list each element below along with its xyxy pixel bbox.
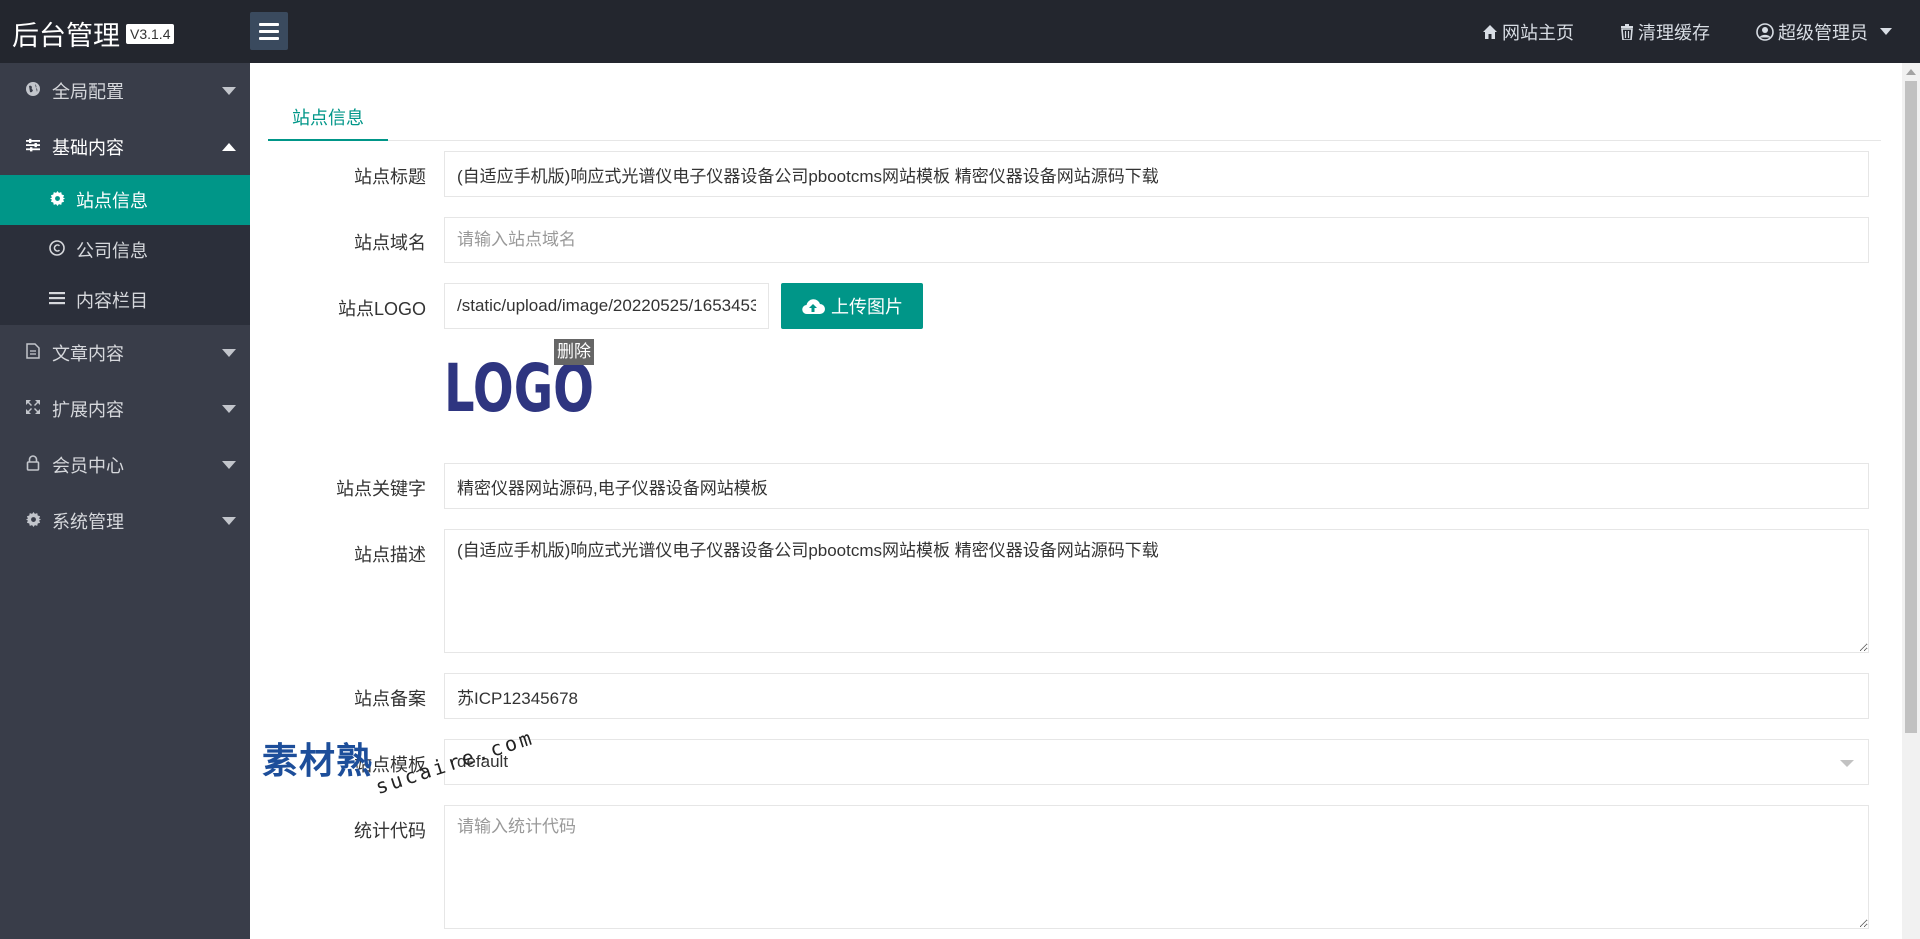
- page-scrollbar[interactable]: [1902, 63, 1920, 939]
- site-logo-label: 站点LOGO: [337, 299, 426, 319]
- upload-image-label: 上传图片: [831, 297, 903, 317]
- chevron-down-icon: [222, 87, 236, 95]
- stats-code-label: 统计代码: [354, 821, 426, 841]
- trash-icon: [1621, 23, 1633, 40]
- sidebar-item-content-columns[interactable]: 内容栏目: [0, 275, 250, 325]
- list-icon: [48, 291, 66, 309]
- clear-cache-label: 清理缓存: [1638, 22, 1710, 43]
- site-home-link[interactable]: 网站主页: [1482, 19, 1574, 45]
- upload-image-button[interactable]: 上传图片: [781, 283, 923, 329]
- delete-logo-button[interactable]: 删除: [554, 339, 594, 365]
- tab-bar: 站点信息: [268, 91, 1881, 141]
- home-icon: [1483, 24, 1497, 39]
- user-name: 超级管理员: [1778, 22, 1868, 43]
- lock-icon: [24, 455, 42, 475]
- user-circle-icon: [1756, 22, 1774, 41]
- header-links: 网站主页 清理缓存 超级管理员: [1482, 0, 1892, 63]
- sidebar-label: 公司信息: [76, 241, 148, 261]
- tab-site-info[interactable]: 站点信息: [268, 91, 388, 141]
- expand-icon: [24, 399, 42, 419]
- sidebar-item-extend-content[interactable]: 扩展内容: [0, 381, 250, 437]
- brand-title: 后台管理: [12, 21, 120, 51]
- document-icon: [24, 343, 42, 363]
- version-badge: V3.1.4: [126, 23, 175, 44]
- scrollbar-thumb[interactable]: [1905, 81, 1917, 733]
- site-domain-input[interactable]: [444, 217, 1869, 263]
- sidebar-submenu-basic-content: 站点信息 公司信息 内容栏目: [0, 175, 250, 325]
- site-icp-input[interactable]: [444, 673, 1869, 719]
- sidebar-label: 系统管理: [52, 512, 124, 532]
- brand: 后台管理 V3.1.4: [12, 14, 175, 53]
- site-template-select[interactable]: default: [444, 739, 1869, 785]
- chevron-down-icon: [1880, 28, 1892, 35]
- sidebar-item-site-info[interactable]: 站点信息: [0, 175, 250, 225]
- chevron-down-icon: [222, 517, 236, 525]
- logo-preview-image: LOGO: [444, 359, 594, 413]
- site-keywords-label: 站点关键字: [336, 479, 426, 499]
- site-template-value: default: [457, 752, 509, 771]
- sidebar-label: 文章内容: [52, 344, 124, 364]
- copyright-icon: [48, 240, 66, 260]
- sidebar-item-global-config[interactable]: 全局配置: [0, 63, 250, 119]
- user-menu[interactable]: 超级管理员: [1756, 19, 1892, 45]
- sliders-icon: [24, 137, 42, 157]
- sidebar: 全局配置 基础内容 站点信息 公司信息 内容栏目 文章内容 扩展内容 会员中心 …: [0, 63, 250, 939]
- sidebar-item-basic-content[interactable]: 基础内容: [0, 119, 250, 175]
- site-logo-input[interactable]: [444, 283, 769, 329]
- sidebar-label: 基础内容: [52, 138, 124, 158]
- site-title-label: 站点标题: [354, 167, 426, 187]
- chevron-up-icon: [222, 143, 236, 151]
- sidebar-item-company-info[interactable]: 公司信息: [0, 225, 250, 275]
- sidebar-label: 站点信息: [76, 191, 148, 211]
- top-header: 后台管理 V3.1.4 网站主页 清理缓存 超级管理员: [0, 0, 1920, 63]
- globe-icon: [24, 81, 42, 101]
- sidebar-label: 全局配置: [52, 82, 124, 102]
- chevron-down-icon: [1840, 760, 1854, 767]
- sidebar-item-member-center[interactable]: 会员中心: [0, 437, 250, 493]
- sidebar-item-article-content[interactable]: 文章内容: [0, 325, 250, 381]
- main-content: 站点信息 站点标题 站点域名 站点LOGO 上传图片 LOGO 删除 站点关键字…: [250, 63, 1902, 939]
- logo-preview-text: LOGO: [444, 359, 594, 413]
- sidebar-label: 扩展内容: [52, 400, 124, 420]
- stats-code-textarea[interactable]: [444, 805, 1869, 929]
- menu-toggle-button[interactable]: [250, 12, 288, 50]
- chevron-down-icon: [222, 461, 236, 469]
- site-icp-label: 站点备案: [354, 689, 426, 709]
- hamburger-icon: [259, 22, 279, 26]
- site-description-label: 站点描述: [354, 545, 426, 565]
- gear-icon: [24, 511, 42, 531]
- clear-cache-link[interactable]: 清理缓存: [1620, 19, 1710, 45]
- cloud-upload-icon: [802, 299, 825, 315]
- site-template-label: 站点模板: [354, 755, 426, 775]
- chevron-down-icon: [222, 405, 236, 413]
- sidebar-label: 会员中心: [52, 456, 124, 476]
- site-description-textarea[interactable]: (自适应手机版)响应式光谱仪电子仪器设备公司pbootcms网站模板 精密仪器设…: [444, 529, 1869, 653]
- site-title-input[interactable]: [444, 151, 1869, 197]
- chevron-down-icon: [222, 349, 236, 357]
- site-home-label: 网站主页: [1502, 22, 1574, 43]
- site-domain-label: 站点域名: [354, 233, 426, 253]
- site-keywords-input[interactable]: [444, 463, 1869, 509]
- sidebar-label: 内容栏目: [76, 291, 148, 311]
- sidebar-item-system-manage[interactable]: 系统管理: [0, 493, 250, 549]
- gear-icon: [48, 190, 66, 210]
- scroll-up-icon[interactable]: [1906, 69, 1916, 75]
